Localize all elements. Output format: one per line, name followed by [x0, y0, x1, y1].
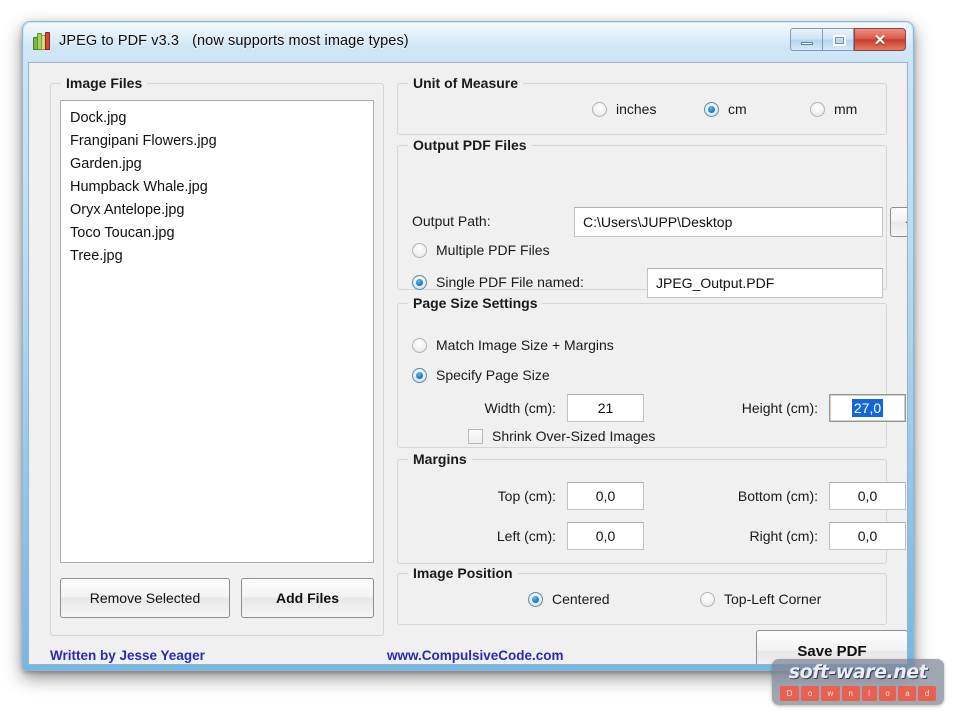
shrink-oversized-label: Shrink Over-Sized Images: [492, 428, 656, 444]
checkbox-shrink-oversized-icon[interactable]: [468, 428, 483, 444]
image-position-legend: Image Position: [408, 565, 518, 581]
image-position-group: Image Position Centered Top-Left Corner: [397, 565, 887, 625]
margins-legend: Margins: [408, 451, 472, 467]
image-position-centered-label: Centered: [552, 591, 610, 607]
softwarenet-watermark: soft-ware.net D o w n l o a d: [772, 659, 944, 705]
website-link[interactable]: www.CompulsiveCode.com: [387, 648, 564, 663]
output-pdf-files-legend: Output PDF Files: [408, 137, 532, 153]
desktop-background: JPEG to PDF v3.3 (now supports most image…: [0, 0, 960, 720]
radio-top-left-corner-icon[interactable]: [700, 591, 715, 607]
remove-selected-button[interactable]: Remove Selected: [60, 578, 230, 618]
image-files-group: Image Files Dock.jpg Frangipani Flowers.…: [50, 75, 384, 636]
page-size-legend: Page Size Settings: [408, 295, 543, 311]
specify-page-size-label: Specify Page Size: [436, 367, 550, 383]
maximize-button[interactable]: [822, 27, 854, 51]
image-files-list[interactable]: Dock.jpg Frangipani Flowers.jpg Garden.j…: [60, 100, 374, 563]
shrink-oversized-option[interactable]: Shrink Over-Sized Images: [468, 428, 655, 444]
list-item[interactable]: Dock.jpg: [61, 107, 373, 130]
watermark-letter: o: [878, 686, 897, 701]
unit-option-inches-label: inches: [616, 101, 657, 117]
radio-cm-icon[interactable]: [704, 101, 719, 117]
page-size-settings-group: Page Size Settings Match Image Size + Ma…: [397, 295, 906, 448]
radio-single-pdf-icon[interactable]: [412, 274, 427, 290]
single-pdf-label: Single PDF File named:: [436, 274, 584, 290]
multiple-pdf-option[interactable]: Multiple PDF Files: [412, 242, 550, 258]
margin-top-input[interactable]: 0,0: [567, 482, 644, 510]
output-path-input[interactable]: C:\Users\JUPP\Desktop: [574, 207, 883, 237]
margin-top-label: Top (cm):: [497, 488, 556, 504]
height-label: Height (cm):: [741, 400, 818, 416]
width-input[interactable]: 21: [567, 394, 644, 422]
list-item[interactable]: Frangipani Flowers.jpg: [61, 130, 373, 153]
window-title-main: JPEG to PDF v3.3: [59, 33, 180, 49]
match-image-size-label: Match Image Size + Margins: [436, 337, 614, 353]
margin-left-label: Left (cm):: [496, 528, 556, 544]
single-pdf-filename-input[interactable]: JPEG_Output.PDF: [647, 268, 883, 298]
watermark-title: soft-ware.net: [788, 661, 928, 683]
margin-right-label: Right (cm):: [749, 528, 818, 544]
image-position-topleft-option[interactable]: Top-Left Corner: [700, 591, 821, 607]
image-position-centered-option[interactable]: Centered: [528, 591, 610, 607]
multiple-pdf-label: Multiple PDF Files: [436, 242, 550, 258]
radio-inches-icon[interactable]: [592, 101, 607, 117]
unit-option-cm[interactable]: cm: [704, 101, 747, 117]
output-path-label: Output Path:: [412, 213, 491, 229]
unit-of-measure-group: Unit of Measure inches cm mm: [397, 75, 887, 135]
width-label: Width (cm):: [484, 400, 556, 416]
client-area: Image Files Dock.jpg Frangipani Flowers.…: [28, 62, 908, 665]
caption-button-group: ✕: [790, 27, 906, 51]
application-window: JPEG to PDF v3.3 (now supports most image…: [22, 21, 914, 671]
close-icon: ✕: [873, 31, 887, 49]
image-position-topleft-label: Top-Left Corner: [724, 591, 822, 607]
unit-option-inches[interactable]: inches: [592, 101, 656, 117]
margin-bottom-label: Bottom (cm):: [737, 488, 818, 504]
height-input[interactable]: 27,0: [829, 394, 906, 422]
match-image-size-option[interactable]: Match Image Size + Margins: [412, 337, 614, 353]
window-title-subtitle: (now supports most image types): [192, 33, 409, 49]
image-files-legend: Image Files: [61, 75, 148, 91]
margin-left-input[interactable]: 0,0: [567, 522, 644, 550]
watermark-letter: d: [918, 686, 936, 701]
watermark-letter: w: [820, 686, 840, 701]
radio-multiple-pdf-icon[interactable]: [412, 242, 427, 258]
unit-option-mm-label: mm: [834, 101, 858, 117]
radio-match-image-size-icon[interactable]: [412, 337, 427, 353]
author-credit: Written by Jesse Yeager: [50, 648, 205, 663]
app-bars-icon: [32, 31, 51, 51]
watermark-letter: D: [780, 686, 800, 701]
radio-centered-icon[interactable]: [528, 591, 543, 607]
single-pdf-option[interactable]: Single PDF File named:: [412, 274, 584, 290]
minimize-icon: [801, 41, 813, 45]
list-item[interactable]: Oryx Antelope.jpg: [61, 199, 373, 222]
radio-specify-page-size-icon[interactable]: [412, 367, 427, 383]
list-item[interactable]: Garden.jpg: [61, 153, 373, 176]
window-title: JPEG to PDF v3.3 (now supports most image…: [59, 33, 409, 49]
maximize-icon: [833, 34, 846, 46]
browse-output-path-button[interactable]: ...: [890, 207, 907, 237]
height-input-selected-text: 27,0: [851, 399, 884, 417]
minimize-button[interactable]: [790, 27, 822, 51]
specify-page-size-option[interactable]: Specify Page Size: [412, 367, 550, 383]
watermark-download-strip: D o w n l o a d: [780, 686, 936, 701]
unit-option-cm-label: cm: [728, 101, 747, 117]
list-item[interactable]: Humpback Whale.jpg: [61, 176, 373, 199]
watermark-letter: n: [841, 686, 860, 701]
margin-right-input[interactable]: 0,0: [829, 522, 906, 550]
list-item[interactable]: Toco Toucan.jpg: [61, 222, 373, 245]
margins-group: Margins Top (cm): 0,0 Bottom (cm): 0,0 L…: [397, 451, 906, 564]
title-bar[interactable]: JPEG to PDF v3.3 (now supports most image…: [23, 22, 913, 60]
margin-bottom-input[interactable]: 0,0: [829, 482, 906, 510]
unit-of-measure-legend: Unit of Measure: [408, 75, 524, 91]
list-item[interactable]: Tree.jpg: [61, 245, 373, 268]
output-pdf-files-group: Output PDF Files Output Path: C:\Users\J…: [397, 137, 907, 298]
watermark-letter: a: [898, 686, 917, 701]
close-button[interactable]: ✕: [854, 27, 906, 51]
watermark-letter: o: [801, 686, 819, 701]
watermark-letter: l: [861, 686, 877, 701]
add-files-button[interactable]: Add Files: [241, 578, 374, 618]
unit-option-mm[interactable]: mm: [810, 101, 857, 117]
radio-mm-icon[interactable]: [810, 101, 825, 117]
